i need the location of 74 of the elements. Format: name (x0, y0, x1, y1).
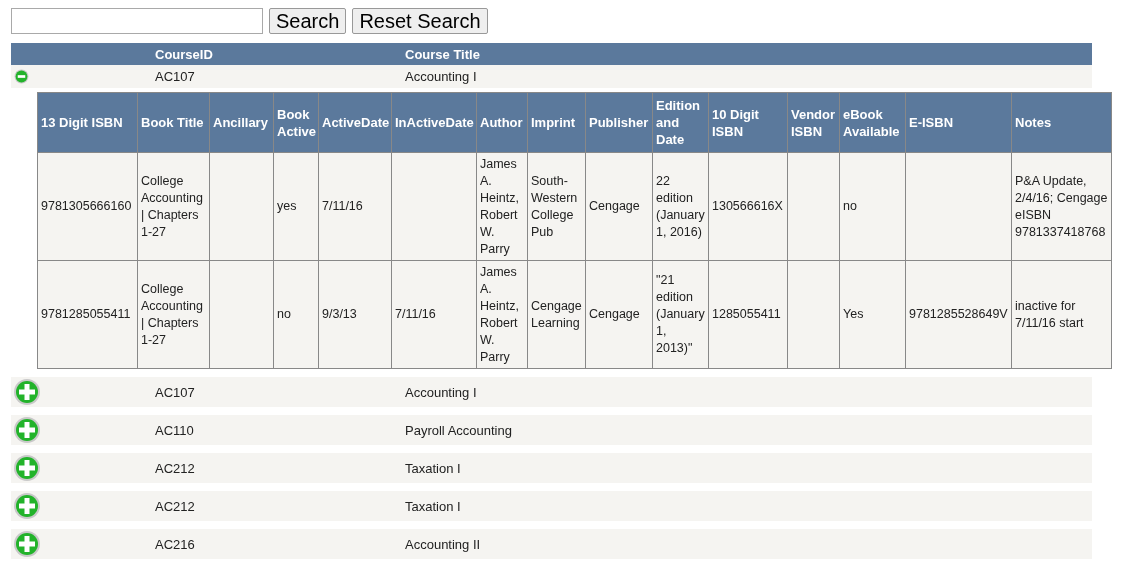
expand-icon (13, 378, 41, 406)
column-header: Publisher (585, 92, 653, 153)
table-cell: James A. Heintz, Robert W. Parry (476, 260, 528, 369)
toggle-button[interactable] (13, 378, 41, 406)
table-cell: no (839, 152, 906, 261)
column-header: E-ISBN (905, 92, 1012, 153)
table-cell: James A. Heintz, Robert W. Parry (476, 152, 528, 261)
table-cell: 9781285528649V (905, 260, 1012, 369)
column-header: 13 Digit ISBN (37, 92, 138, 153)
table-cell-text: Accounting II (404, 536, 482, 552)
table-cell: 9/3/13 (318, 260, 392, 369)
course-row[interactable]: AC212 Taxation I (11, 491, 1092, 521)
course-row[interactable]: AC107 Accounting I (11, 65, 1092, 88)
table-cell-text: Taxation I (404, 460, 462, 476)
column-header: Imprint (527, 92, 586, 153)
table-cell: 9781305666160 (37, 152, 138, 261)
collapse-icon (14, 69, 29, 84)
course-row[interactable]: AC110 Payroll Accounting (11, 415, 1092, 445)
table-cell: South-Western College Pub (527, 152, 586, 261)
column-header: ActiveDate (318, 92, 392, 153)
table-cell-text: AC212 (154, 460, 196, 476)
table-cell: 22 edition (January 1, 2016) (652, 152, 709, 261)
search-button[interactable]: Search (269, 8, 347, 34)
expand-icon (13, 530, 41, 558)
table-cell: College Accounting| Chapters 1-27 (137, 152, 210, 261)
table-cell: yes (273, 152, 319, 261)
expand-icon (13, 416, 41, 444)
column-header: Course Title (404, 46, 481, 62)
table-cell: Yes (839, 260, 906, 369)
table-cell-text: AC216 (154, 536, 196, 552)
table-cell-text: Accounting I (404, 384, 478, 400)
column-header: Book Title (137, 92, 210, 153)
table-cell-text: AC107 (154, 69, 196, 84)
course-row[interactable]: AC216 Accounting II (11, 529, 1092, 559)
expand-icon (13, 492, 41, 520)
toggle-button[interactable] (13, 530, 41, 558)
column-header: Ancillary (209, 92, 274, 153)
table-cell: Cengage Learning (527, 260, 586, 369)
column-header: InActiveDate (391, 92, 477, 153)
table-cell: inactive for 7/11/16 start (1011, 260, 1112, 369)
table-cell: 7/11/16 (318, 152, 392, 261)
search-field[interactable] (11, 8, 263, 34)
table-cell-text: AC110 (154, 422, 195, 438)
course-row[interactable]: AC107 Accounting I (11, 377, 1092, 407)
toggle-button[interactable] (14, 69, 29, 84)
toggle-button[interactable] (13, 416, 41, 444)
table-cell-text: Accounting I (404, 69, 478, 84)
table-cell: 7/11/16 (391, 260, 477, 369)
column-header: 10 Digit ISBN (708, 92, 788, 153)
table-cell-text: AC212 (154, 498, 196, 514)
column-header: CourseID (154, 46, 214, 62)
toggle-button[interactable] (13, 492, 41, 520)
column-header: Book Active (273, 92, 319, 153)
table-cell: P&A Update, 2/4/16; Cengage eISBN 9781337418768 (1011, 152, 1112, 261)
column-header: Vendor ISBN (787, 92, 840, 153)
table-cell: no (273, 260, 319, 369)
course-row[interactable]: AC212 Taxation I (11, 453, 1092, 483)
table-cell: Cengage (585, 260, 653, 369)
expand-icon (13, 454, 41, 482)
table-cell: 9781285055411 (37, 260, 138, 369)
reset-search-button[interactable]: Reset Search (352, 8, 488, 34)
toggle-button[interactable] (13, 454, 41, 482)
table-cell: 130566616X (708, 152, 788, 261)
column-header: Edition and Date (652, 92, 709, 153)
column-header: Author (476, 92, 528, 153)
column-header: Notes (1011, 92, 1112, 153)
table-cell-text: Payroll Accounting (404, 422, 513, 438)
table-cell: 1285055411 (708, 260, 788, 369)
table-cell: Cengage (585, 152, 653, 261)
table-cell: College Accounting| Chapters 1-27 (137, 260, 210, 369)
table-cell-text: AC107 (154, 384, 196, 400)
table-cell-text: Taxation I (404, 498, 462, 514)
column-header: eBook Available (839, 92, 906, 153)
table-cell: "21 edition (January 1, 2013)" (652, 260, 709, 369)
